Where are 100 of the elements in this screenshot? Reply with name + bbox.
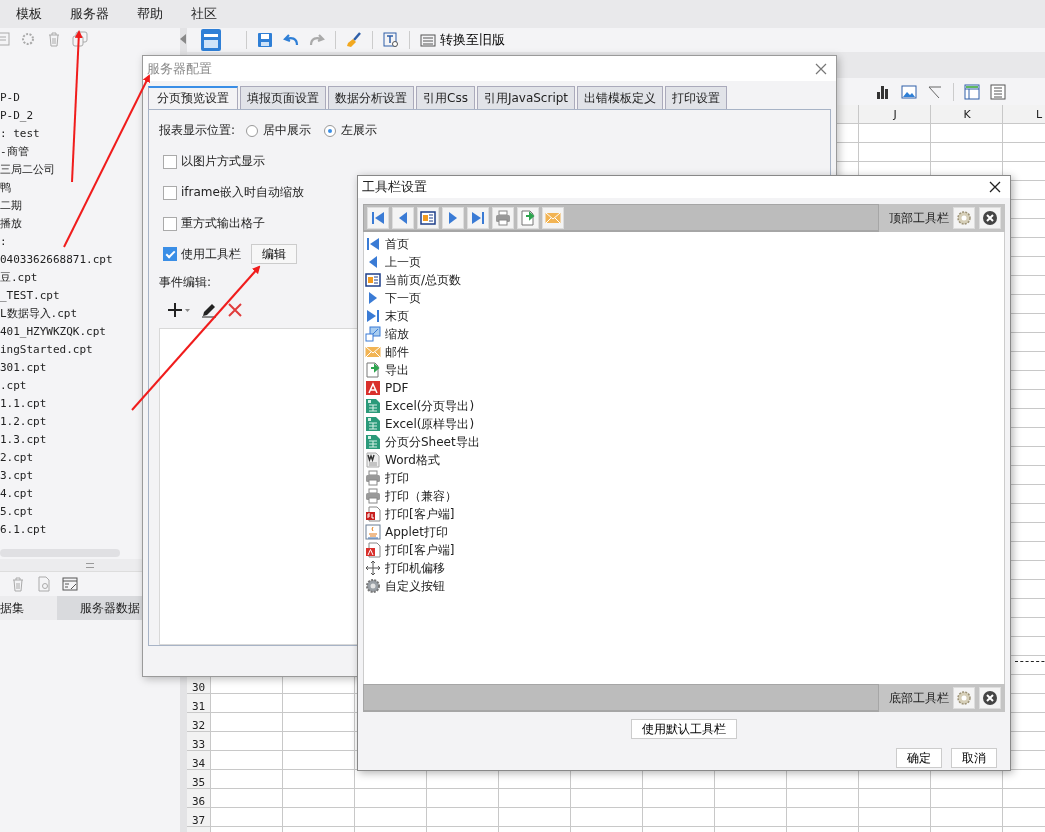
ok-button[interactable]: 确定 [896, 748, 942, 768]
dataset-tab[interactable]: 服务器数据 [57, 596, 142, 620]
pdf-icon [365, 380, 381, 396]
row-header[interactable]: 30 [187, 678, 210, 697]
row-header[interactable]: 37 [187, 811, 210, 830]
trash-icon[interactable] [10, 576, 26, 592]
gear-icon[interactable] [20, 31, 36, 47]
row-header[interactable]: 34 [187, 754, 210, 773]
menu-item[interactable]: 帮助 [123, 5, 177, 23]
toolbar-item[interactable]: PDF [364, 379, 1004, 397]
column-header[interactable]: J [859, 105, 931, 123]
last-page-icon [365, 308, 381, 324]
toolbar-item[interactable]: 打印（兼容） [364, 487, 1004, 505]
tab[interactable]: 填报页面设置 [240, 86, 326, 109]
copy-icon[interactable] [72, 31, 88, 47]
toolbar-item[interactable]: 打印机偏移 [364, 559, 1004, 577]
tab[interactable]: 分页预览设置 [148, 86, 238, 109]
row-header[interactable]: 31 [187, 697, 210, 716]
cancel-button[interactable]: 取消 [951, 748, 997, 768]
checkbox-label: 以图片方式显示 [181, 153, 265, 171]
field-label: 事件编辑: [159, 274, 212, 292]
splitter-grip[interactable] [86, 562, 94, 568]
radio-label: 左展示 [341, 122, 378, 140]
database-edit-icon[interactable] [62, 576, 78, 592]
close-icon[interactable] [988, 180, 1002, 194]
toolbar-item[interactable]: 分页分Sheet导出 [364, 433, 1004, 451]
menu-item[interactable]: 社区 [177, 5, 231, 23]
toolbar-item[interactable]: 导出 [364, 361, 1004, 379]
toolbar-item[interactable]: 下一页 [364, 289, 1004, 307]
radio-button[interactable] [246, 124, 259, 137]
toolbar-item[interactable]: 末页 [364, 307, 1004, 325]
printer-icon [365, 488, 381, 504]
slash-icon[interactable] [927, 83, 943, 100]
page-count-icon [365, 272, 381, 288]
dialog-title: 服务器配置 [147, 59, 212, 78]
bar-chart-icon[interactable] [875, 83, 891, 100]
toolbar-item[interactable]: 打印 [364, 469, 1004, 487]
move-icon [365, 560, 381, 576]
convert-button[interactable]: 转换至旧版 [420, 31, 505, 49]
first-page-icon [370, 209, 386, 226]
toolbar-item[interactable]: 自定义按钮 [364, 577, 1004, 595]
remove-button[interactable] [979, 207, 1001, 229]
row-header[interactable]: 32 [187, 716, 210, 735]
save-icon[interactable] [257, 32, 273, 48]
toolbar-item[interactable]: 缩放 [364, 325, 1004, 343]
checkbox[interactable] [163, 154, 177, 169]
column-header[interactable]: K [931, 105, 1003, 123]
list-icon[interactable] [990, 83, 1006, 100]
dataset-tab[interactable]: 据集 [0, 596, 57, 620]
toolbar-item[interactable]: 邮件 [364, 343, 1004, 361]
menu-item[interactable]: 服务器 [56, 5, 123, 23]
add-icon[interactable] [167, 302, 191, 319]
spreadsheet-icon [365, 416, 381, 432]
radio-button[interactable] [324, 124, 337, 137]
redo-icon[interactable] [309, 32, 325, 48]
trash-icon[interactable] [46, 31, 62, 47]
brush-icon[interactable] [346, 32, 362, 48]
toolbar-item[interactable]: 打印[客户端] [364, 541, 1004, 559]
toolbar-item[interactable]: Applet打印 [364, 523, 1004, 541]
dialog-title: 工具栏设置 [362, 178, 427, 196]
page-break-line [1015, 661, 1045, 662]
pencil-icon[interactable] [201, 302, 217, 319]
checkbox-label: 重方式输出格子 [181, 215, 265, 232]
checkbox[interactable] [163, 216, 177, 231]
toolbar-item[interactable]: 当前页/总页数 [364, 271, 1004, 289]
toolbar-label: 顶部工具栏 [889, 209, 949, 227]
tab[interactable]: 数据分析设置 [328, 86, 414, 109]
toolbar-item[interactable]: Word格式 [364, 451, 1004, 469]
default-toolbar-button[interactable]: 使用默认工具栏 [631, 719, 737, 739]
spreadsheet-icon [365, 434, 381, 450]
tab[interactable]: 出错模板定义 [577, 86, 664, 109]
edit-button[interactable]: 编辑 [251, 244, 297, 265]
row-header[interactable]: 36 [187, 792, 210, 811]
list-icon [420, 32, 436, 48]
toolbar-item[interactable]: 首页 [364, 235, 1004, 253]
toolbar-item[interactable]: Excel(分页导出) [364, 397, 1004, 415]
toolbar-item[interactable]: 上一页 [364, 253, 1004, 271]
toolbar-item[interactable]: Excel(原样导出) [364, 415, 1004, 433]
preview-icon[interactable] [383, 32, 399, 48]
document-icon [365, 452, 381, 468]
remove-button[interactable] [979, 687, 1001, 709]
undo-icon[interactable] [283, 32, 299, 48]
row-header[interactable]: 33 [187, 735, 210, 754]
toolbar-preview[interactable] [363, 204, 879, 232]
toolbar-item[interactable]: 打印[客户端] [364, 505, 1004, 523]
tab[interactable]: 引用Css [416, 86, 475, 109]
checkbox[interactable] [163, 185, 177, 200]
form-icon[interactable] [964, 83, 980, 100]
gear-icon [365, 578, 381, 594]
print-file-icon [365, 506, 381, 522]
tab[interactable]: 引用JavaScript [476, 86, 576, 109]
column-header[interactable]: L [1003, 105, 1045, 123]
row-header[interactable]: 35 [187, 773, 210, 792]
tab[interactable]: 打印设置 [665, 86, 728, 109]
report-icon[interactable] [200, 28, 222, 52]
checkbox[interactable] [163, 247, 177, 262]
menu-item[interactable]: 模板 [2, 5, 56, 23]
image-icon[interactable] [901, 83, 917, 100]
delete-icon[interactable] [227, 302, 243, 319]
export-icon [520, 209, 536, 226]
